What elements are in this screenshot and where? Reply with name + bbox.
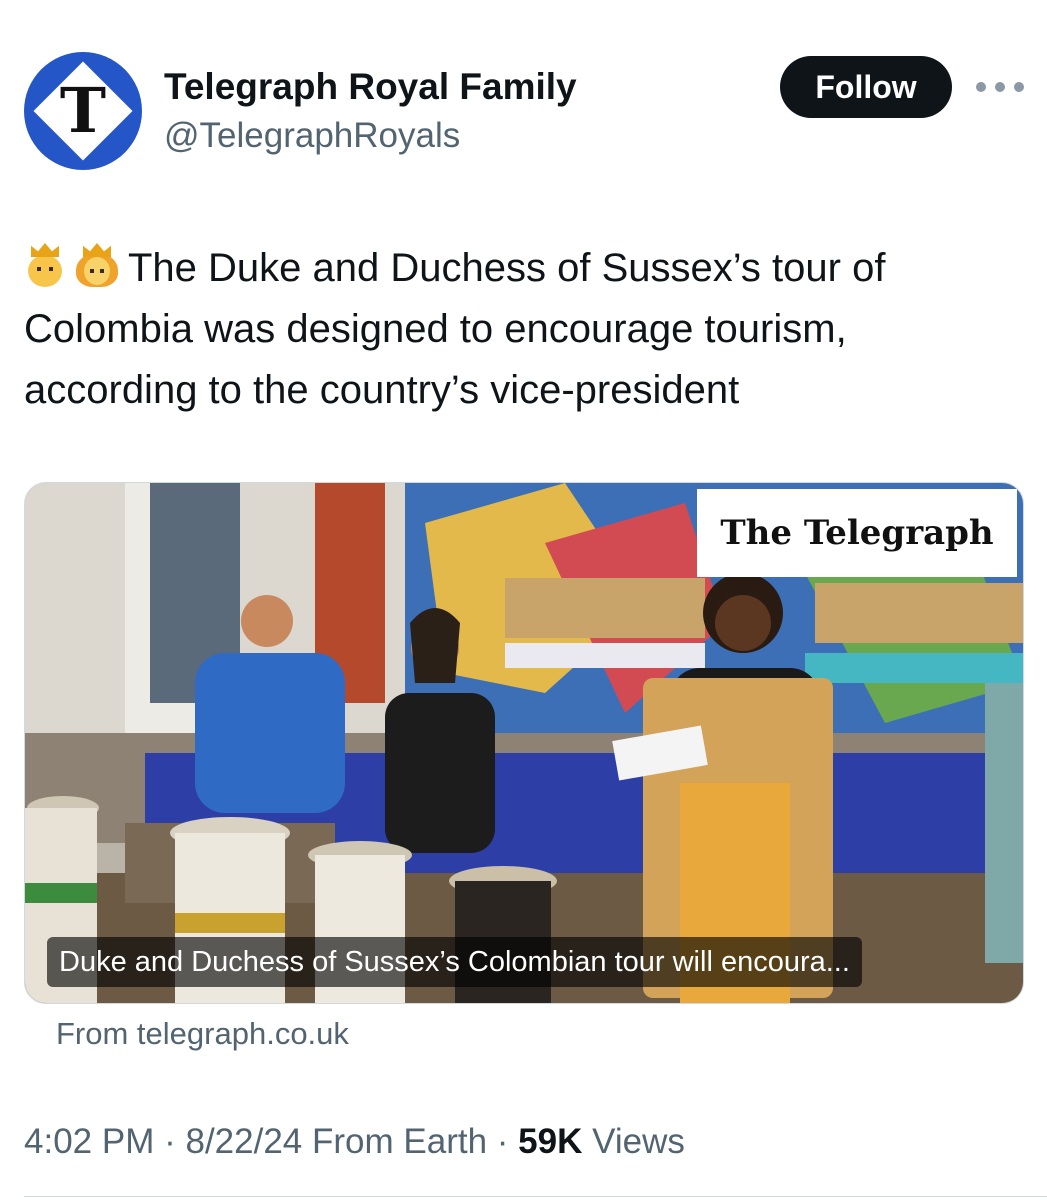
meta-separator: · [496,1122,509,1161]
views-count[interactable]: 59K [518,1122,582,1161]
card-source-link[interactable]: From telegraph.co.uk [56,1016,349,1052]
display-name[interactable]: Telegraph Royal Family [164,66,577,108]
telegraph-brand-logo: The Telegraph [697,489,1017,577]
tweet-body: The Duke and Duchess of Sussex’s tour of… [24,246,886,412]
tweet-date[interactable]: 8/22/24 [185,1122,302,1161]
tweet-text: The Duke and Duchess of Sussex’s tour of… [24,238,1024,421]
card-caption: Duke and Duchess of Sussex’s Colombian t… [47,937,862,987]
tweet-metadata: 4:02 PM · 8/22/24 From Earth · 59K Views [24,1122,685,1162]
follow-button[interactable]: Follow [780,56,952,118]
more-options-icon[interactable] [976,72,1024,102]
princess-emoji-icon [76,243,118,287]
divider [24,1196,1047,1197]
tweet-origin: From Earth [312,1122,488,1161]
avatar-logo-letter: T [59,74,107,147]
views-label: Views [592,1122,685,1161]
avatar[interactable]: T [24,52,142,170]
link-card[interactable]: The Telegraph Duke and Duchess of Sussex… [24,482,1024,1004]
user-handle[interactable]: @TelegraphRoyals [164,116,460,156]
prince-emoji-icon [24,243,66,287]
tweet-time[interactable]: 4:02 PM [24,1122,154,1161]
meta-separator: · [164,1122,176,1161]
